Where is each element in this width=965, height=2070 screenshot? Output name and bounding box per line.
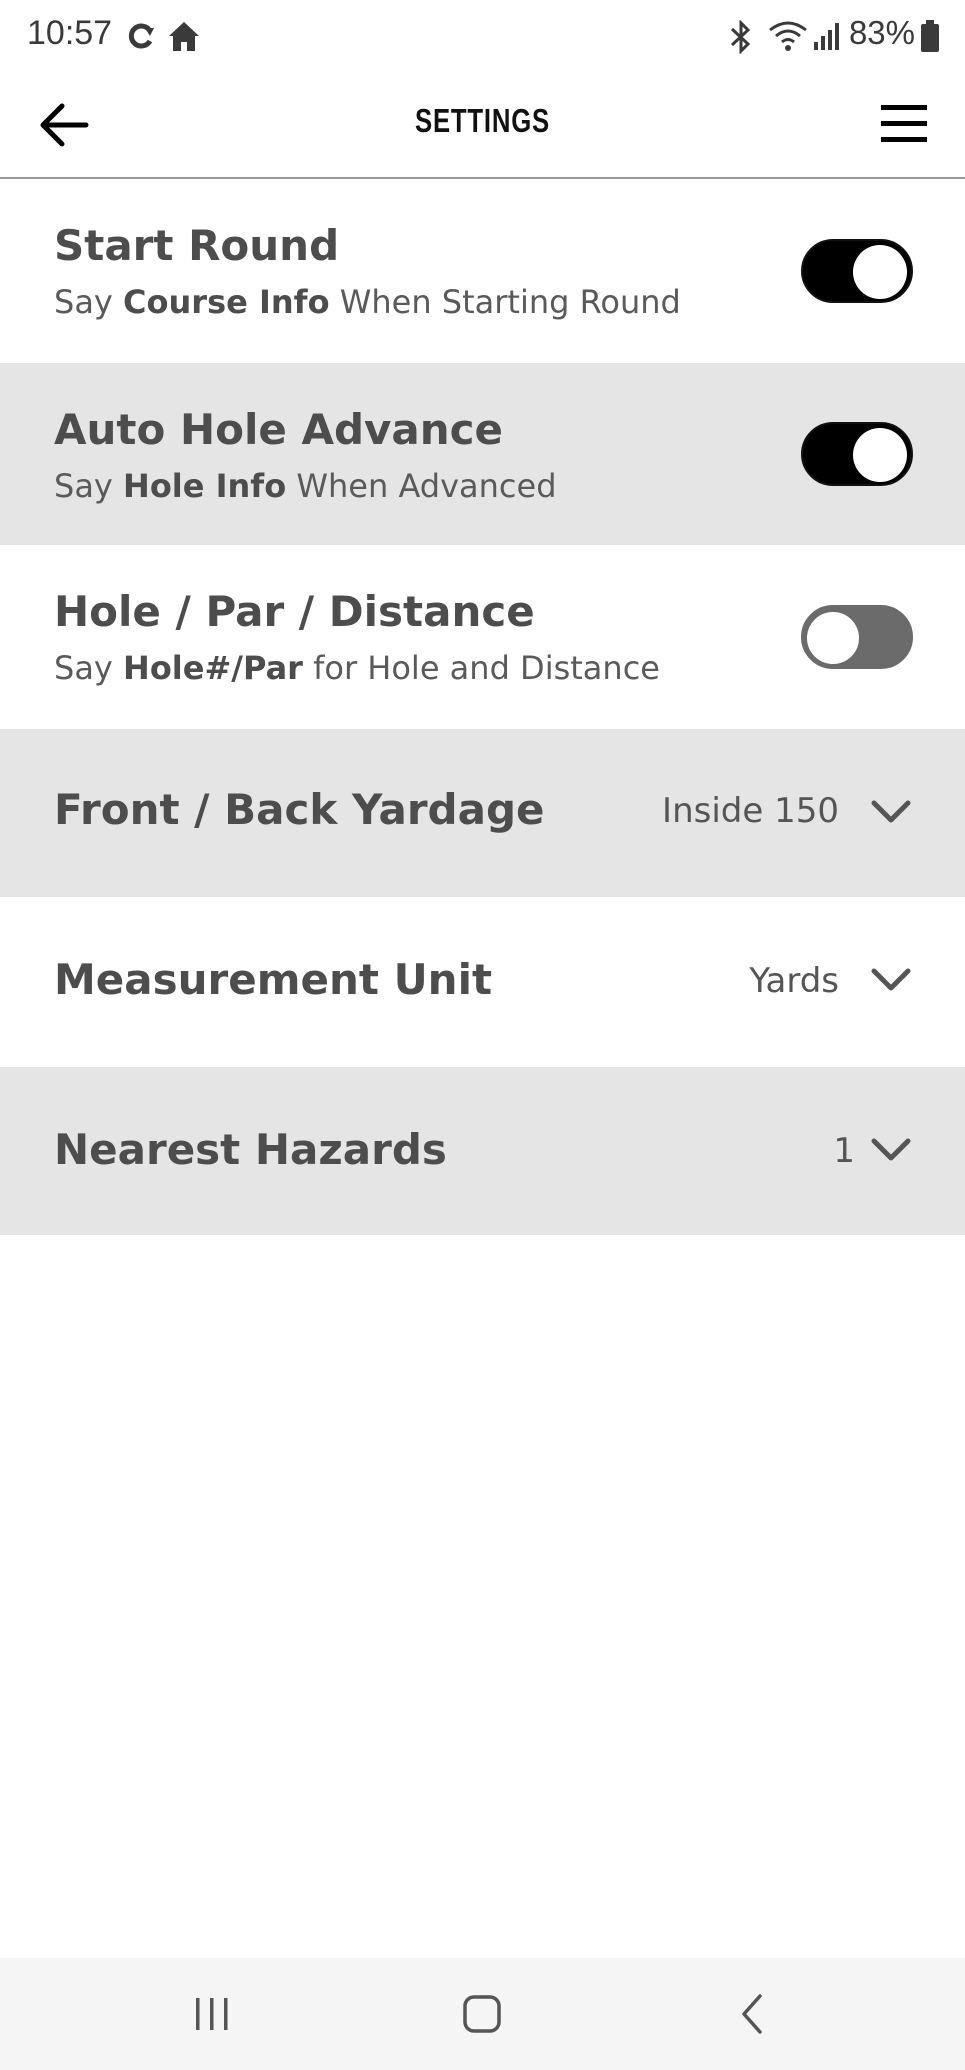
chevron-down-icon[interactable]: [871, 799, 911, 825]
description-prefix: Say: [54, 467, 124, 505]
start-round-toggle[interactable]: [801, 239, 913, 303]
system-navigation-bar: [0, 1958, 965, 2070]
app-header: SETTINGS: [0, 72, 965, 179]
description-prefix: Say: [54, 649, 124, 687]
hole-par-distance-toggle[interactable]: [801, 605, 913, 669]
bluetooth-icon: [730, 20, 751, 54]
page-title: SETTINGS: [415, 102, 550, 139]
description-keyword: Hole Info: [123, 467, 287, 505]
home-button-icon[interactable]: [422, 1958, 542, 2070]
battery-icon: [921, 20, 939, 52]
chevron-down-icon[interactable]: [871, 1137, 911, 1163]
description-suffix: When Starting Round: [329, 283, 681, 321]
back-nav-icon[interactable]: [692, 1958, 812, 2070]
back-arrow-icon[interactable]: [36, 100, 92, 150]
description-suffix: for Hole and Distance: [302, 649, 660, 687]
description-prefix: Say: [54, 283, 124, 321]
chevron-down-icon[interactable]: [871, 967, 911, 993]
status-bar: 10:57 83%: [0, 0, 965, 72]
setting-title: Measurement Unit: [54, 955, 493, 1004]
status-time: 10:57: [27, 14, 113, 52]
battery-percent: 83%: [848, 14, 915, 51]
setting-start-round: Start Round Say Course Info When Startin…: [0, 179, 965, 363]
dropdown-value[interactable]: Yards: [749, 961, 839, 1001]
setting-title: Front / Back Yardage: [54, 785, 545, 834]
setting-front-back-yardage[interactable]: Front / Back Yardage Inside 150: [0, 729, 965, 897]
hamburger-menu-icon[interactable]: [879, 102, 929, 146]
setting-title: Hole / Par / Distance: [54, 587, 535, 636]
auto-hole-advance-toggle[interactable]: [801, 422, 913, 486]
setting-measurement-unit[interactable]: Measurement Unit Yards: [0, 897, 965, 1067]
signal-icon: [814, 23, 839, 50]
toggle-knob: [853, 245, 907, 299]
dropdown-value[interactable]: Inside 150: [662, 791, 839, 831]
setting-hole-par-distance: Hole / Par / Distance Say Hole#/Par for …: [0, 545, 965, 729]
dropdown-value[interactable]: 1: [833, 1131, 855, 1171]
setting-title: Auto Hole Advance: [54, 405, 504, 454]
toggle-knob: [805, 610, 861, 666]
setting-description: Say Course Info When Starting Round: [54, 283, 681, 321]
setting-title: Start Round: [54, 221, 340, 270]
description-keyword: Hole#/Par: [123, 649, 303, 687]
setting-description: Say Hole#/Par for Hole and Distance: [54, 649, 660, 687]
description-suffix: When Advanced: [286, 467, 557, 505]
toggle-knob: [853, 428, 907, 482]
setting-title: Nearest Hazards: [54, 1125, 447, 1174]
home-icon: [169, 22, 199, 51]
recent-apps-icon[interactable]: [152, 1958, 272, 2070]
setting-auto-hole-advance: Auto Hole Advance Say Hole Info When Adv…: [0, 363, 965, 545]
description-keyword: Course Info: [123, 283, 330, 321]
sync-icon: [128, 23, 154, 49]
wifi-icon: [769, 21, 807, 51]
setting-nearest-hazards[interactable]: Nearest Hazards 1: [0, 1067, 965, 1235]
setting-description: Say Hole Info When Advanced: [54, 467, 557, 505]
